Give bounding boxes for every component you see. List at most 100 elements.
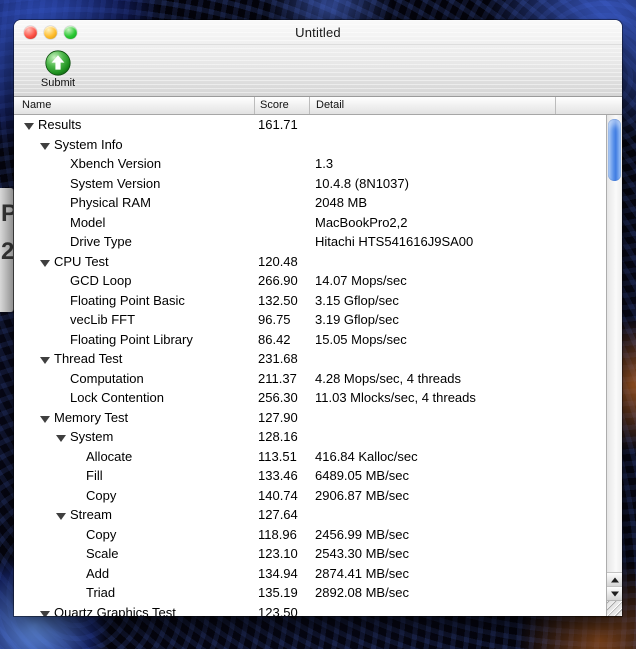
row-name-label: vecLib FFT — [70, 312, 136, 328]
table-row[interactable]: Drive Type Hitachi HTS541616J9SA00 — [14, 232, 606, 252]
background-window-fragment[interactable]: P 2 — [0, 188, 14, 312]
title-bar[interactable]: Untitled — [14, 20, 622, 45]
minimize-button[interactable] — [44, 26, 57, 39]
table-row[interactable]: Thread Test 231.68 — [14, 349, 606, 369]
column-header-detail[interactable]: Detail — [309, 97, 555, 114]
scroll-down-button[interactable] — [607, 586, 622, 600]
disclosure-triangle-icon[interactable] — [24, 123, 34, 131]
table-row[interactable]: Floating Point Library 86.42 15.05 Mops/se… — [14, 330, 606, 350]
fragment-letter: 2 — [1, 238, 14, 265]
row-name-cell: Lock Contention — [14, 390, 254, 405]
row-name-cell: Model — [14, 215, 254, 230]
row-score-value: 231.68 — [258, 351, 298, 367]
table-row[interactable]: Scale 123.10 2543.30 MB/sec — [14, 544, 606, 564]
scroll-up-button[interactable] — [607, 572, 622, 586]
row-name-cell: System Info — [14, 137, 254, 152]
row-detail-value: 6489.05 MB/sec — [315, 468, 409, 484]
table-row[interactable]: Triad 135.19 2892.08 MB/sec — [14, 583, 606, 603]
row-detail-value: 14.07 Mops/sec — [315, 273, 407, 289]
table-row[interactable]: vecLib FFT 96.75 3.19 Gflop/sec — [14, 310, 606, 330]
table-row[interactable]: Add 134.94 2874.41 MB/sec — [14, 564, 606, 584]
scrollbar-thumb[interactable] — [608, 119, 621, 181]
table-row[interactable]: Copy 140.74 2906.87 MB/sec — [14, 486, 606, 506]
row-name-cell: Triad — [14, 585, 254, 600]
row-score-value: 113.51 — [258, 448, 297, 464]
row-score-value: 135.19 — [258, 585, 298, 601]
table-row[interactable]: Floating Point Basic 132.50 3.15 Gflop/sec — [14, 291, 606, 311]
resize-grip[interactable] — [607, 600, 622, 616]
table-row[interactable]: Computation 211.37 4.28 Mops/sec, 4 thread… — [14, 369, 606, 389]
table-row[interactable]: Stream 127.64 — [14, 505, 606, 525]
row-score-value: 127.90 — [258, 409, 298, 425]
scrollbar-track[interactable] — [607, 115, 622, 572]
row-name-label: System Version — [70, 175, 161, 191]
row-name-cell: Thread Test — [14, 351, 254, 366]
column-header-name[interactable]: Name — [14, 97, 254, 114]
submit-button[interactable]: Submit — [28, 50, 88, 89]
row-name-label: Fill — [86, 468, 103, 484]
row-score-value: 127.64 — [258, 507, 298, 523]
table-row[interactable]: System Version 10.4.8 (8N1037) — [14, 174, 606, 194]
row-name-label: Thread Test — [54, 351, 123, 367]
row-name-cell: System Version — [14, 176, 254, 191]
row-name-label: Computation — [70, 370, 144, 386]
desktop-background[interactable]: P 2 Untitled — [0, 0, 636, 649]
table-row[interactable]: Lock Contention 256.30 11.03 Mlocks/sec, 4… — [14, 388, 606, 408]
disclosure-triangle-icon[interactable] — [56, 513, 66, 521]
row-score-value: 123.10 — [258, 546, 298, 562]
disclosure-triangle-icon[interactable] — [40, 142, 50, 150]
close-button[interactable] — [24, 26, 37, 39]
row-score-value: 211.37 — [258, 370, 297, 386]
row-name-cell: Floating Point Basic — [14, 293, 254, 308]
row-name-label: System Info — [54, 136, 123, 152]
disclosure-triangle-icon[interactable] — [40, 610, 50, 616]
table-row[interactable]: Copy 118.96 2456.99 MB/sec — [14, 525, 606, 545]
submit-button-label: Submit — [40, 77, 76, 89]
table-row[interactable]: Allocate 113.51 416.84 Kalloc/sec — [14, 447, 606, 467]
row-name-label: Scale — [86, 546, 119, 562]
row-name-label: Drive Type — [70, 234, 132, 250]
row-name-label: CPU Test — [54, 253, 109, 269]
table-row[interactable]: Fill 133.46 6489.05 MB/sec — [14, 466, 606, 486]
table-row[interactable]: System 128.16 — [14, 427, 606, 447]
row-score-value: 118.96 — [258, 526, 297, 542]
disclosure-triangle-icon[interactable] — [56, 435, 66, 443]
disclosure-triangle-icon[interactable] — [40, 259, 50, 267]
row-name-cell: GCD Loop — [14, 273, 254, 288]
table-row[interactable]: Xbench Version 1.3 — [14, 154, 606, 174]
column-header-score[interactable]: Score — [254, 97, 309, 114]
xbench-results-window[interactable]: Untitled Submit Name Score Detail Result… — [14, 20, 622, 616]
row-detail-value: 15.05 Mops/sec — [315, 331, 407, 347]
down-arrow-icon — [610, 591, 619, 596]
row-name-cell: Scale — [14, 546, 254, 561]
vertical-scrollbar[interactable] — [606, 115, 622, 616]
table-header: Name Score Detail — [14, 97, 622, 115]
row-detail-value: 2874.41 MB/sec — [315, 565, 409, 581]
table-row[interactable]: System Info — [14, 135, 606, 155]
fragment-letter: P — [1, 202, 13, 226]
table-row[interactable]: Memory Test 127.90 — [14, 408, 606, 428]
row-name-label: Stream — [70, 507, 112, 523]
row-name-label: Quartz Graphics Test — [54, 604, 176, 616]
table-row[interactable]: GCD Loop 266.90 14.07 Mops/sec — [14, 271, 606, 291]
disclosure-triangle-icon[interactable] — [40, 357, 50, 365]
row-detail-value: 11.03 Mlocks/sec, 4 threads — [315, 390, 476, 406]
row-detail-value: 3.19 Gflop/sec — [315, 312, 399, 328]
row-name-label: Floating Point Library — [70, 331, 193, 347]
row-score-value: 120.48 — [258, 253, 298, 269]
table-row[interactable]: Quartz Graphics Test 123.50 — [14, 603, 606, 616]
table-row[interactable]: CPU Test 120.48 — [14, 252, 606, 272]
column-header-filler — [555, 97, 622, 114]
disclosure-triangle-icon[interactable] — [40, 415, 50, 423]
table-row[interactable]: Physical RAM 2048 MB — [14, 193, 606, 213]
row-name-cell: Drive Type — [14, 234, 254, 249]
row-score-value: 161.71 — [258, 117, 298, 133]
row-detail-value: 10.4.8 (8N1037) — [315, 175, 409, 191]
zoom-button[interactable] — [64, 26, 77, 39]
table-row[interactable]: Model MacBookPro2,2 — [14, 213, 606, 233]
row-name-cell: Xbench Version — [14, 156, 254, 171]
row-detail-value: Hitachi HTS541616J9SA00 — [315, 234, 474, 250]
table-row[interactable]: Results 161.71 — [14, 115, 606, 135]
row-detail-value: 1.3 — [315, 156, 334, 172]
row-detail-value: MacBookPro2,2 — [315, 214, 408, 230]
